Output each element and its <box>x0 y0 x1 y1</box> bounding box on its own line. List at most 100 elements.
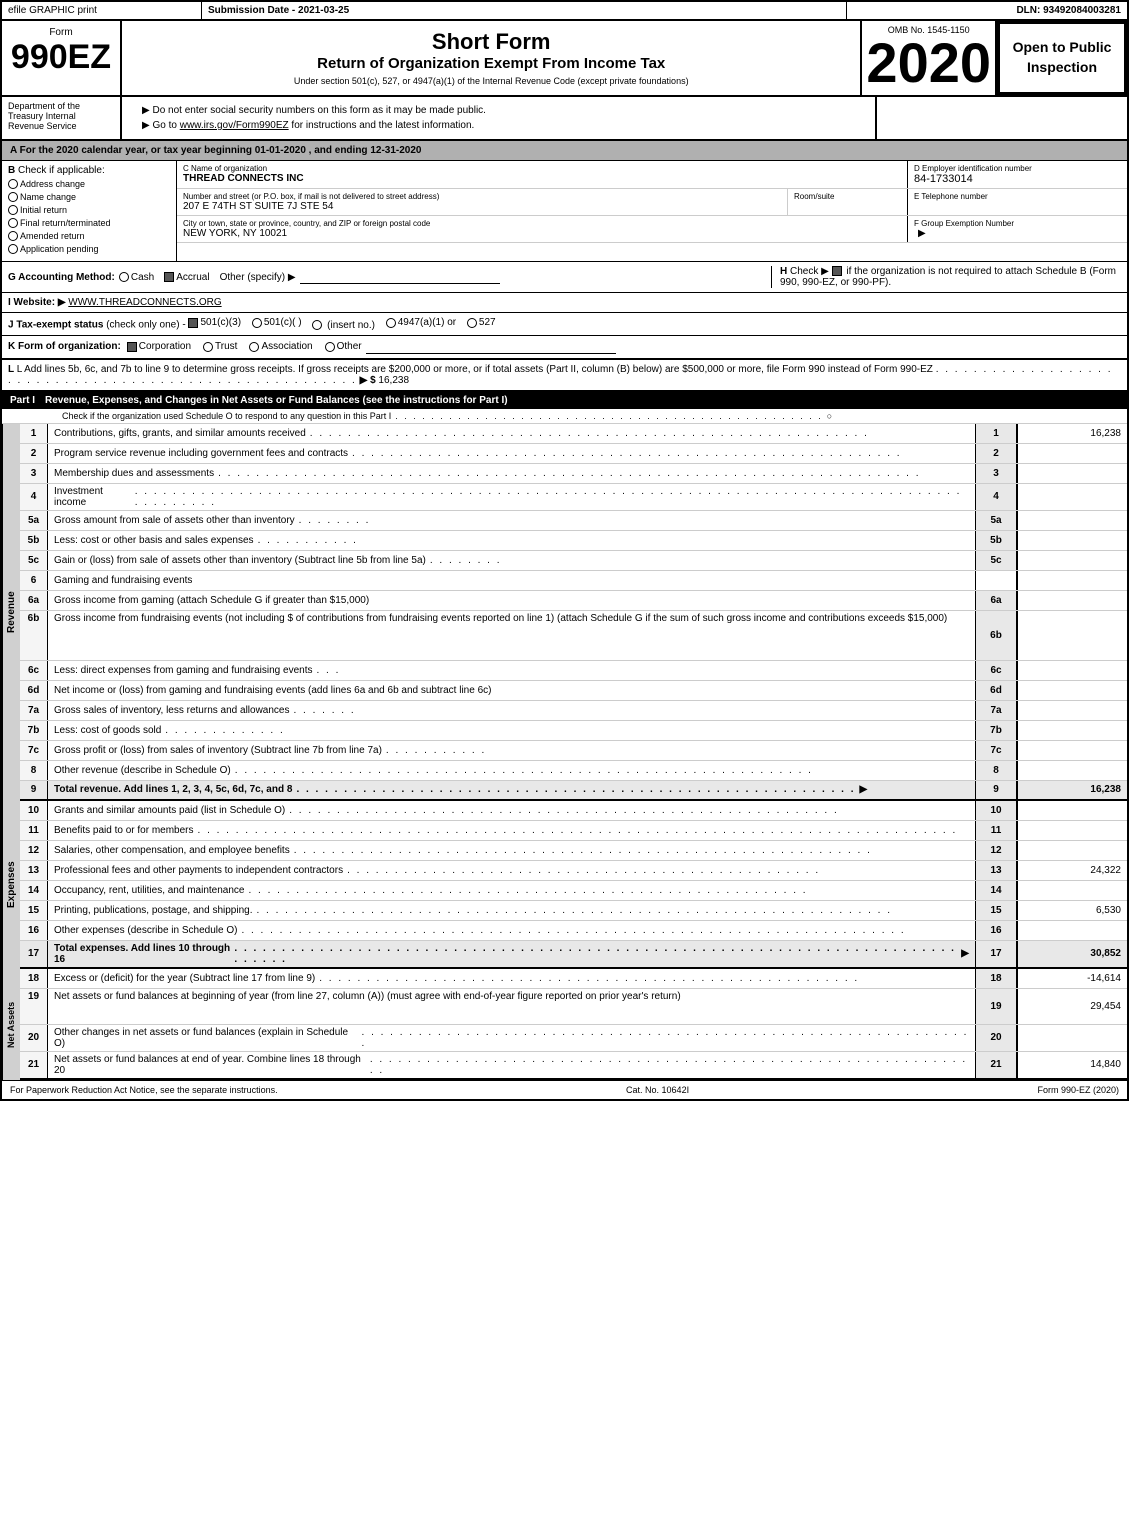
line-6a-desc-text: Gross income from gaming (attach Schedul… <box>54 595 369 606</box>
line-6-num: 6 <box>20 571 48 590</box>
app-pending-radio[interactable] <box>8 244 18 254</box>
line-2-desc-text: Program service revenue including govern… <box>54 448 348 459</box>
line-7a-num: 7a <box>20 701 48 720</box>
line-6a-num: 6a <box>20 591 48 610</box>
accounting-left: G Accounting Method: Cash Accrual Other … <box>8 270 771 284</box>
tax-501c3-check[interactable] <box>188 318 198 328</box>
return-title: Return of Organization Exempt From Incom… <box>142 55 840 72</box>
amended-return-radio[interactable] <box>8 231 18 241</box>
part-i-header: Part I Revenue, Expenses, and Changes in… <box>2 392 1127 409</box>
line-18-ref: 18 <box>975 969 1017 988</box>
line-13-desc-text: Professional fees and other payments to … <box>54 865 343 876</box>
line-17-desc-text: Total expenses. Add lines 10 through 16 <box>54 943 230 965</box>
line-5c-num: 5c <box>20 551 48 570</box>
line-5b-desc-text: Less: cost or other basis and sales expe… <box>54 535 254 546</box>
other-input[interactable] <box>300 270 500 284</box>
line-14-desc-text: Occupancy, rent, utilities, and maintena… <box>54 885 244 896</box>
line-1: 1 Contributions, gifts, grants, and simi… <box>20 424 1127 444</box>
line-16-ref: 16 <box>975 921 1017 940</box>
h-checkbox[interactable] <box>832 266 842 276</box>
line-9-ref: 9 <box>975 781 1017 799</box>
line-10-num: 10 <box>20 801 48 820</box>
other-check[interactable] <box>325 342 335 352</box>
app-pending-label: Application pending <box>20 244 99 254</box>
goto-url[interactable]: www.irs.gov/Form990EZ <box>180 120 289 131</box>
tax-501c3: 501(c)(3) <box>188 317 241 328</box>
accrual-option: Accrual <box>164 272 209 283</box>
line-7c-num: 7c <box>20 741 48 760</box>
org-name-value: THREAD CONNECTS INC <box>183 173 901 184</box>
efile-label: efile GRAPHIC print <box>2 2 202 19</box>
line-7a-ref: 7a <box>975 701 1017 720</box>
cash-radio[interactable] <box>119 272 129 282</box>
org-phone-cell: E Telephone number <box>907 189 1127 215</box>
org-phone-label: E Telephone number <box>914 192 1121 201</box>
line-21: 21 Net assets or fund balances at end of… <box>20 1052 1127 1080</box>
line-6d-amount <box>1017 681 1127 700</box>
other-text-input[interactable] <box>366 340 616 354</box>
line-19: 19 Net assets or fund balances at beginn… <box>20 989 1127 1025</box>
corp-check[interactable] <box>127 342 137 352</box>
tax-4947-label: 4947(a)(1) or <box>398 317 456 328</box>
line-18-desc: Excess or (deficit) for the year (Subtra… <box>48 969 975 988</box>
tax-501c-check[interactable] <box>252 318 262 328</box>
name-change-radio[interactable] <box>8 192 18 202</box>
part-i-dots: . . . . . . . . . . . . . . . . . . . . … <box>395 411 823 421</box>
address-change-radio[interactable] <box>8 179 18 189</box>
tax-insert-check[interactable] <box>312 320 322 330</box>
line-5b-ref: 5b <box>975 531 1017 550</box>
line-3-ref: 3 <box>975 464 1017 483</box>
expenses-side-label: Expenses <box>2 801 20 969</box>
l-label: L <box>8 364 17 375</box>
line-7b: 7b Less: cost of goods sold . . . . . . … <box>20 721 1127 741</box>
part-i-check-box: ○ <box>827 411 832 421</box>
assoc-check[interactable] <box>249 342 259 352</box>
corp-option: Corporation <box>127 341 191 352</box>
line-6d-num: 6d <box>20 681 48 700</box>
tax-insert-label: (insert no.) <box>327 320 375 331</box>
line-10-ref: 10 <box>975 801 1017 820</box>
line-4-ref: 4 <box>975 484 1017 510</box>
line-15-ref: 15 <box>975 901 1017 920</box>
submission-date: Submission Date - 2021-03-25 <box>202 2 847 19</box>
trust-check[interactable] <box>203 342 213 352</box>
final-return-radio[interactable] <box>8 218 18 228</box>
line-7c: 7c Gross profit or (loss) from sales of … <box>20 741 1127 761</box>
line-6a-amount <box>1017 591 1127 610</box>
accounting-row: G Accounting Method: Cash Accrual Other … <box>2 262 1127 293</box>
line-19-desc: Net assets or fund balances at beginning… <box>48 989 975 1024</box>
k-label: K Form of organization: <box>8 341 121 352</box>
instructions-block: ▶ Do not enter social security numbers o… <box>122 97 877 139</box>
line-15: 15 Printing, publications, postage, and … <box>20 901 1127 921</box>
line-7c-dots: . . . . . . . . . . . <box>386 745 486 756</box>
line-6b-num: 6b <box>20 611 48 660</box>
line-13-desc: Professional fees and other payments to … <box>48 861 975 880</box>
revenue-lines: 1 Contributions, gifts, grants, and simi… <box>20 424 1127 801</box>
line-6d-desc: Net income or (loss) from gaming and fun… <box>48 681 975 700</box>
line-15-dots: . . . . . . . . . . . . . . . . . . . . … <box>256 905 892 916</box>
net-assets-side-label: Net Assets <box>2 969 20 1080</box>
line-20-dots: . . . . . . . . . . . . . . . . . . . . … <box>362 1027 969 1049</box>
line-17-dots: . . . . . . . . . . . . . . . . . . . . … <box>234 943 957 965</box>
net-assets-section: Net Assets 18 Excess or (deficit) for th… <box>2 969 1127 1080</box>
initial-return-radio[interactable] <box>8 205 18 215</box>
assoc-option: Association <box>249 341 312 352</box>
org-group-cell: F Group Exemption Number ▶ <box>907 216 1127 242</box>
website-url[interactable]: WWW.THREADCONNECTS.ORG <box>68 297 221 308</box>
section-a: A For the 2020 calendar year, or tax yea… <box>2 141 1127 161</box>
tax-4947-check[interactable] <box>386 318 396 328</box>
accrual-checkbox[interactable] <box>164 272 174 282</box>
line-18-amount: -14,614 <box>1017 969 1127 988</box>
line-5a: 5a Gross amount from sale of assets othe… <box>20 511 1127 531</box>
line-2-desc: Program service revenue including govern… <box>48 444 975 463</box>
line-6d-ref: 6d <box>975 681 1017 700</box>
line-21-num: 21 <box>20 1052 48 1078</box>
footer-form-ref: Form 990-EZ (2020) <box>1037 1085 1119 1095</box>
line-7c-amount <box>1017 741 1127 760</box>
line-20-ref: 20 <box>975 1025 1017 1051</box>
line-2: 2 Program service revenue including gove… <box>20 444 1127 464</box>
j-label: J Tax-exempt status <box>8 320 103 331</box>
line-16: 16 Other expenses (describe in Schedule … <box>20 921 1127 941</box>
line-21-dots: . . . . . . . . . . . . . . . . . . . . … <box>370 1054 969 1076</box>
tax-527-check[interactable] <box>467 318 477 328</box>
